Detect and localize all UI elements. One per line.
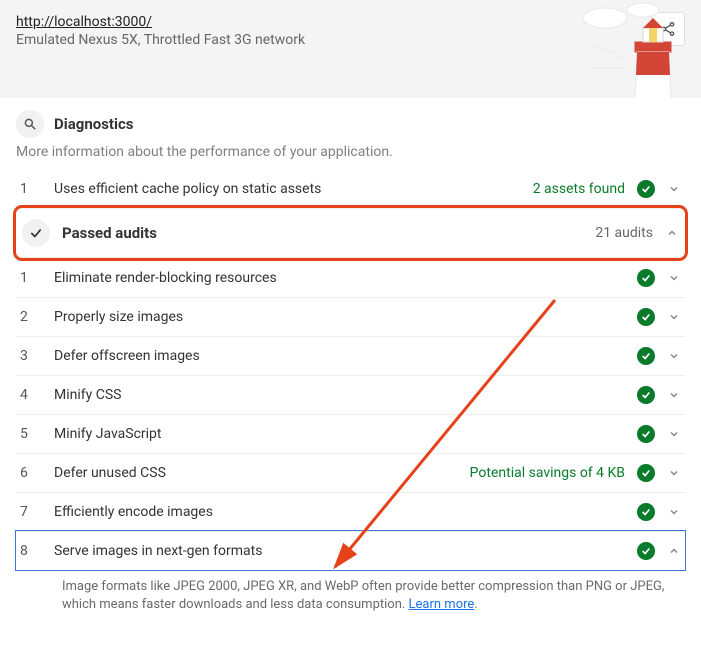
row-number: 3: [20, 348, 42, 364]
chevron-down-icon[interactable]: [667, 272, 681, 284]
passed-row[interactable]: 2 Properly size images: [16, 297, 685, 336]
row-number: 5: [20, 426, 42, 442]
row-title: Defer unused CSS: [54, 465, 458, 481]
env-info: Emulated Nexus 5X, Throttled Fast 3G net…: [16, 32, 685, 48]
passed-title: Passed audits: [62, 224, 583, 242]
row-number: 2: [20, 309, 42, 325]
chevron-down-icon[interactable]: [667, 428, 681, 440]
pass-badge-icon: [637, 180, 655, 198]
row-title: Serve images in next-gen formats: [54, 543, 625, 559]
passed-row[interactable]: 1 Eliminate render-blocking resources: [16, 258, 685, 297]
detail-body: Image formats like JPEG 2000, JPEG XR, a…: [62, 579, 664, 612]
row-title: Defer offscreen images: [54, 348, 625, 364]
row-number: 7: [20, 504, 42, 520]
diagnostic-row[interactable]: 1 Uses efficient cache policy on static …: [16, 170, 685, 208]
row-title: Efficiently encode images: [54, 504, 625, 520]
row-title: Properly size images: [54, 309, 625, 325]
chevron-down-icon[interactable]: [667, 389, 681, 401]
pass-badge-icon: [637, 425, 655, 443]
pass-badge-icon: [637, 308, 655, 326]
row-number: 1: [20, 270, 42, 286]
pass-badge-icon: [637, 269, 655, 287]
share-button[interactable]: [651, 12, 685, 46]
learn-more-link[interactable]: Learn more: [409, 597, 475, 612]
passed-row[interactable]: 5 Minify JavaScript: [16, 414, 685, 453]
row-meta: 2 assets found: [533, 181, 625, 197]
pass-badge-icon: [637, 347, 655, 365]
row-number: 4: [20, 387, 42, 403]
audit-detail-text: Image formats like JPEG 2000, JPEG XR, a…: [16, 570, 685, 626]
passed-audits-header[interactable]: Passed audits 21 audits: [16, 208, 685, 258]
row-title: Minify JavaScript: [54, 426, 625, 442]
passed-row[interactable]: 7 Efficiently encode images: [16, 492, 685, 531]
chevron-down-icon[interactable]: [667, 350, 681, 362]
magnify-icon: [16, 110, 44, 138]
row-title: Minify CSS: [54, 387, 625, 403]
pass-badge-icon: [637, 464, 655, 482]
pass-badge-icon: [637, 542, 655, 560]
check-icon: [22, 219, 50, 247]
chevron-down-icon[interactable]: [667, 506, 681, 518]
passed-count: 21 audits: [595, 225, 653, 241]
row-number: 8: [20, 543, 42, 559]
chevron-up-icon[interactable]: [667, 545, 681, 557]
row-number: 6: [20, 465, 42, 481]
row-number: 1: [20, 181, 42, 197]
diagnostics-section: Diagnostics More information about the p…: [0, 98, 701, 630]
pass-badge-icon: [637, 386, 655, 404]
row-meta: Potential savings of 4 KB: [470, 465, 625, 481]
chevron-down-icon[interactable]: [667, 311, 681, 323]
chevron-down-icon[interactable]: [667, 183, 681, 195]
diagnostics-subtitle: More information about the performance o…: [16, 144, 685, 160]
row-title: Eliminate render-blocking resources: [54, 270, 625, 286]
chevron-down-icon[interactable]: [667, 467, 681, 479]
row-title: Uses efficient cache policy on static as…: [54, 181, 521, 197]
chevron-up-icon[interactable]: [665, 227, 679, 239]
passed-row[interactable]: 4 Minify CSS: [16, 375, 685, 414]
pass-badge-icon: [637, 503, 655, 521]
passed-row[interactable]: 6 Defer unused CSS Potential savings of …: [16, 453, 685, 492]
report-url[interactable]: http://localhost:3000/: [16, 14, 685, 30]
passed-row-expanded[interactable]: 8 Serve images in next-gen formats: [16, 531, 685, 570]
share-icon: [660, 21, 676, 37]
report-header: http://localhost:3000/ Emulated Nexus 5X…: [0, 0, 701, 98]
diagnostics-title: Diagnostics: [54, 115, 133, 133]
passed-row[interactable]: 3 Defer offscreen images: [16, 336, 685, 375]
